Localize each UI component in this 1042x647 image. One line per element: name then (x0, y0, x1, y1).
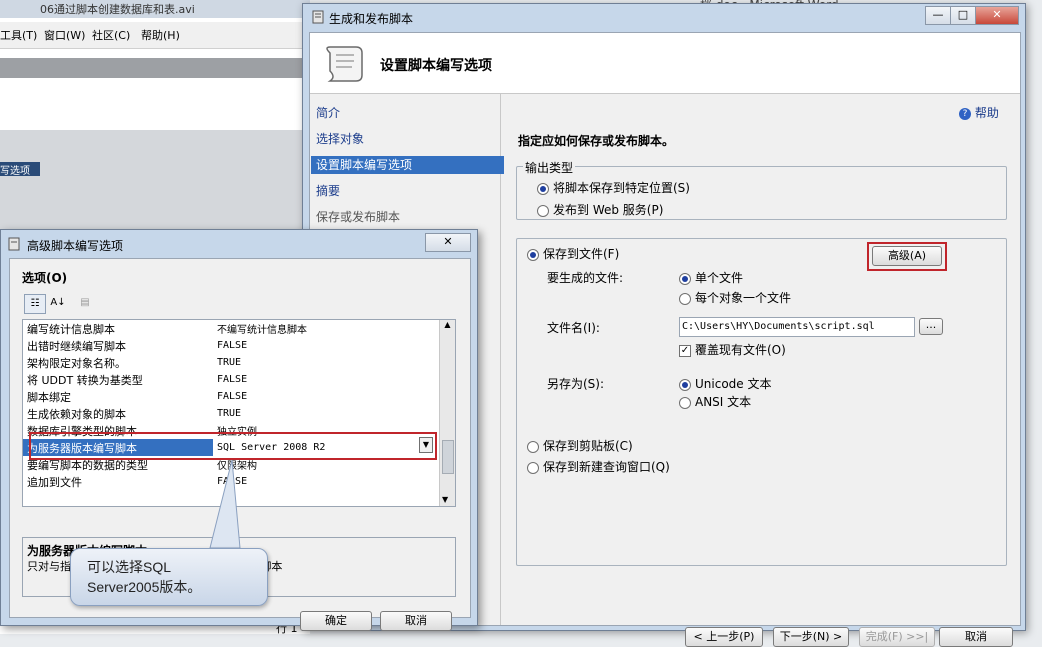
content-panel: ? 帮助 指定应如何保存或发布脚本。 输出类型 将脚本保存到特定位置(S) 发布… (501, 94, 1020, 647)
property-row[interactable]: 脚本绑定 FALSE (23, 388, 417, 405)
unicode-radio[interactable]: Unicode 文本 (679, 375, 771, 392)
callout-bubble: 可以选择SQL Server2005版本。 (70, 548, 268, 606)
scroll-icon (312, 10, 324, 24)
callout-text: 可以选择SQL Server2005版本。 (87, 557, 201, 597)
prev-button[interactable]: < 上一步(P) (685, 627, 763, 647)
callout-pointer (209, 459, 241, 549)
dialog-title: 高级脚本编写选项 (27, 239, 124, 253)
publish-web-radio[interactable]: 发布到 Web 服务(P) (537, 201, 663, 218)
options-label: 选项(O) (22, 271, 68, 285)
nav-summary[interactable]: 摘要 (316, 182, 340, 199)
cancel-button[interactable]: 取消 (939, 627, 1013, 647)
property-value[interactable]: TRUE (213, 405, 417, 422)
advanced-highlight: 高级(A) (867, 242, 947, 271)
property-value[interactable]: 不编写统计信息脚本 (213, 320, 417, 337)
help-link[interactable]: ? 帮助 (959, 104, 999, 121)
clipboard-radio[interactable]: 保存到剪贴板(C) (527, 437, 633, 454)
callout-line-1: 可以选择SQL (87, 559, 172, 575)
close-button[interactable]: ✕ (975, 6, 1019, 25)
nav-save-publish: 保存或发布脚本 (316, 210, 401, 224)
new-query-radio[interactable]: 保存到新建查询窗口(Q) (527, 458, 670, 475)
browse-button[interactable]: ... (919, 318, 943, 335)
page-title: 设置脚本编写选项 (380, 58, 492, 74)
property-row[interactable]: 生成依赖对象的脚本 TRUE (23, 405, 417, 422)
minimize-button[interactable]: — (925, 6, 951, 25)
file-per-object-radio[interactable]: 每个对象一个文件 (679, 289, 791, 306)
file-name-input[interactable]: C:\Users\HY\Documents\script.sql (679, 317, 915, 337)
bg-menu-tools[interactable]: 工具(T) (0, 27, 37, 43)
property-name: 将 UDDT 转换为基类型 (27, 373, 143, 387)
save-location-radio[interactable]: 将脚本保存到特定位置(S) (537, 179, 690, 196)
property-name: 出错时继续编写脚本 (27, 339, 126, 353)
help-label: 帮助 (974, 106, 999, 120)
vertical-scrollbar[interactable]: ▲ ▼ (439, 320, 455, 506)
window-title: 生成和发布脚本 (329, 12, 414, 26)
bg-menu-bar: 工具(T) 窗口(W) 社区(C) 帮助(H) (0, 22, 310, 49)
bg-toolbar (0, 58, 310, 78)
banner: 设置脚本编写选项 (310, 33, 1020, 94)
property-value[interactable]: TRUE (213, 354, 417, 371)
file-name-label: 文件名(I): (547, 321, 600, 335)
scroll-up-icon[interactable]: ▲ (440, 320, 455, 329)
bg-title: 06通过脚本创建数据库和表.avi (40, 3, 195, 16)
categorized-icon[interactable]: ☷ (24, 294, 46, 314)
help-icon: ? (959, 107, 971, 120)
property-name: 脚本绑定 (27, 390, 71, 404)
dropdown-arrow-icon[interactable]: ▼ (419, 437, 433, 453)
scroll-thumb[interactable] (442, 440, 454, 474)
files-to-generate-label: 要生成的文件: (547, 271, 624, 285)
scroll-icon (8, 237, 20, 251)
save-to-file-radio[interactable]: 保存到文件(F) (527, 245, 619, 262)
property-row[interactable]: 出错时继续编写脚本 FALSE (23, 337, 417, 354)
instruction-text: 指定应如何保存或发布脚本。 (518, 134, 675, 148)
overwrite-checkbox[interactable]: ✓ 覆盖现有文件(O) (679, 341, 786, 358)
advanced-button[interactable]: 高级(A) (872, 246, 942, 266)
property-name: 编写统计信息脚本 (27, 322, 115, 336)
dialog-cancel-button[interactable]: 取消 (380, 611, 452, 631)
property-name: 架构限定对象名称。 (27, 356, 126, 370)
save-options-group: 保存到文件(F) 高级(A) 要生成的文件: 单个文件 每个对象一个文件 文件名… (516, 238, 1007, 566)
save-as-label: 另存为(S): (547, 377, 605, 391)
next-button[interactable]: 下一步(N) > (773, 627, 849, 647)
property-value[interactable]: FALSE (213, 371, 417, 388)
property-value[interactable]: FALSE (213, 337, 417, 354)
property-row[interactable]: 架构限定对象名称。 TRUE (23, 354, 417, 371)
maximize-button[interactable]: □ (950, 6, 976, 25)
single-file-radio[interactable]: 单个文件 (679, 269, 743, 286)
bg-panel (0, 130, 310, 230)
bg-title-bar: 06通过脚本创建数据库和表.avi (0, 0, 310, 18)
property-name: 追加到文件 (27, 475, 82, 489)
ok-button[interactable]: 确定 (300, 611, 372, 631)
script-scroll-icon (326, 46, 363, 82)
finish-button[interactable]: 完成(F) >>| (859, 627, 935, 647)
bg-menu-window[interactable]: 窗口(W) (44, 27, 85, 43)
property-row[interactable]: 将 UDDT 转换为基类型 FALSE (23, 371, 417, 388)
callout-line-2: Server2005版本。 (87, 579, 202, 595)
bg-menu-community[interactable]: 社区(C) (92, 27, 130, 43)
nav-choose-objects[interactable]: 选择对象 (316, 130, 364, 147)
ansi-radio[interactable]: ANSI 文本 (679, 393, 751, 410)
output-type-label: 输出类型 (523, 159, 576, 176)
bg-section-header: 写选项 (0, 162, 40, 177)
property-row[interactable]: 编写统计信息脚本 不编写统计信息脚本 (23, 320, 417, 337)
output-type-group: 输出类型 将脚本保存到特定位置(S) 发布到 Web 服务(P) (516, 159, 1007, 220)
bg-menu-help[interactable]: 帮助(H) (141, 27, 180, 43)
server-version-highlight (29, 432, 437, 460)
nav-set-options[interactable]: 设置脚本编写选项 (311, 156, 504, 174)
nav-intro[interactable]: 简介 (316, 104, 340, 121)
property-value[interactable]: FALSE (213, 388, 417, 405)
property-pages-icon[interactable]: ▤ (76, 294, 94, 312)
scroll-down-icon[interactable]: ▼ (442, 495, 448, 504)
sort-az-icon[interactable]: A↓ (48, 294, 68, 312)
dialog-close-button[interactable]: ✕ (425, 233, 471, 252)
property-name: 生成依赖对象的脚本 (27, 407, 126, 421)
